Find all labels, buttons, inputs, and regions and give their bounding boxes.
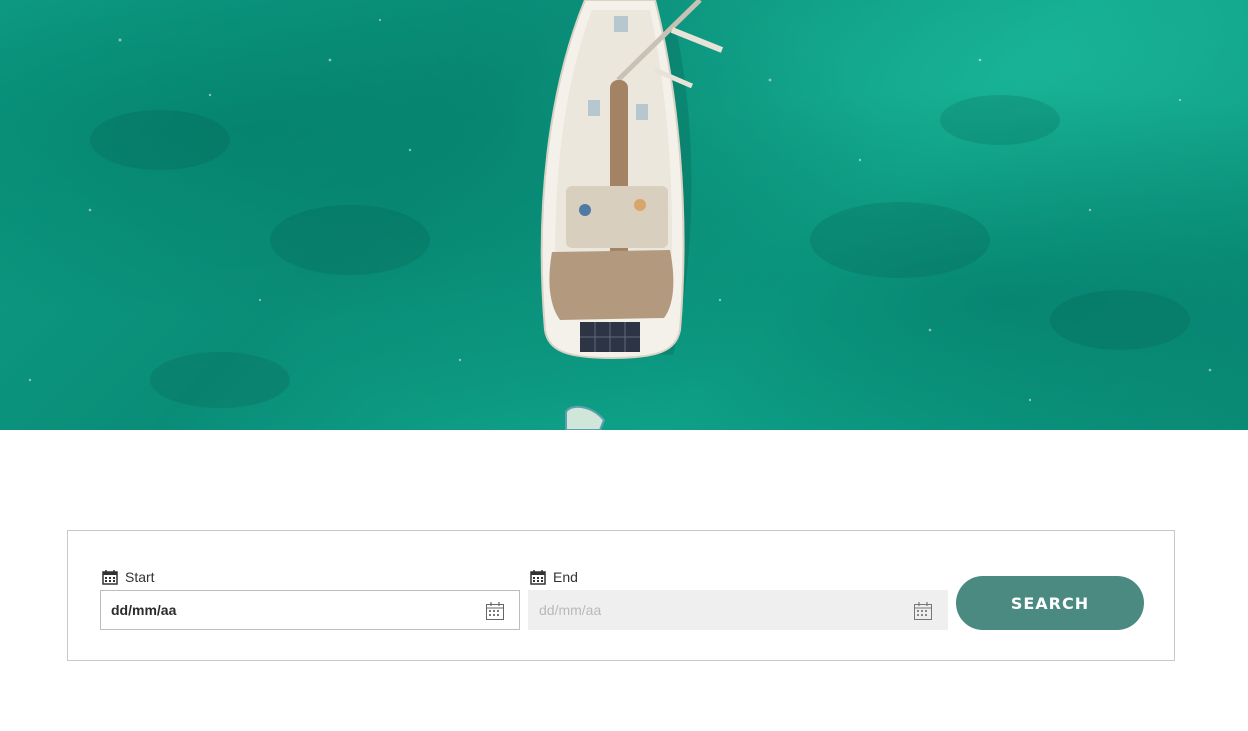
calendar-icon[interactable] [485,601,505,621]
start-label-text: Start [125,569,155,585]
date-search-form: Start dd/mm/aa End dd/mm/aa SEARCH [67,530,1175,661]
end-date-placeholder: dd/mm/aa [539,602,602,618]
hero-image [0,0,1248,430]
calendar-icon [530,570,546,585]
end-label-text: End [553,569,578,585]
end-date-input[interactable]: dd/mm/aa [528,590,948,630]
calendar-icon[interactable] [913,601,933,621]
calendar-icon [102,570,118,585]
end-label: End [530,568,578,586]
search-button[interactable]: SEARCH [956,576,1144,630]
sailboat-illustration [28,0,1212,430]
start-date-value: dd/mm/aa [111,602,177,618]
start-label: Start [102,568,155,586]
start-date-input[interactable]: dd/mm/aa [100,590,520,630]
